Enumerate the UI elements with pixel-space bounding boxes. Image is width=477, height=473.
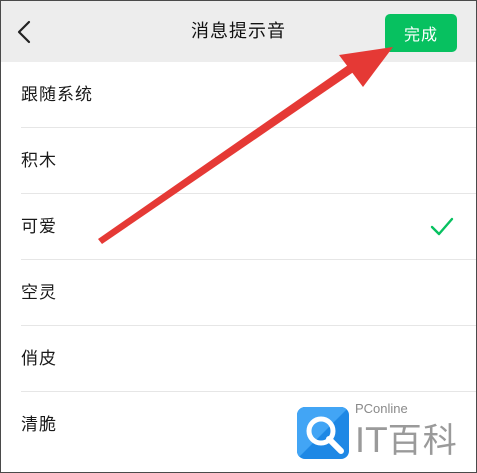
done-button[interactable]: 完成	[385, 14, 457, 52]
sound-item-label: 空灵	[21, 283, 57, 303]
sound-item-label: 俏皮	[21, 349, 57, 369]
sound-item-ethereal[interactable]: 空灵	[1, 260, 476, 326]
sound-item-label: 积木	[21, 151, 57, 171]
sound-item-label: 跟随系统	[21, 85, 93, 105]
checkmark-icon	[430, 217, 454, 236]
sound-item-cute[interactable]: 可爱	[1, 194, 476, 260]
sound-item-playful[interactable]: 俏皮	[1, 326, 476, 392]
nav-header: 消息提示音 完成	[1, 1, 476, 62]
sound-item-blocks[interactable]: 积木	[1, 128, 476, 194]
sound-item-label: 清脆	[21, 415, 57, 435]
sound-item-label: 可爱	[21, 217, 57, 237]
sound-list: 跟随系统 积木 可爱 空灵 俏皮 清脆	[1, 62, 476, 458]
sound-item-follow-system[interactable]: 跟随系统	[1, 62, 476, 128]
sound-item-crisp[interactable]: 清脆	[1, 392, 476, 458]
screenshot-frame: 消息提示音 完成 跟随系统 积木 可爱 空灵 俏皮 清脆 PConline IT…	[0, 0, 477, 473]
